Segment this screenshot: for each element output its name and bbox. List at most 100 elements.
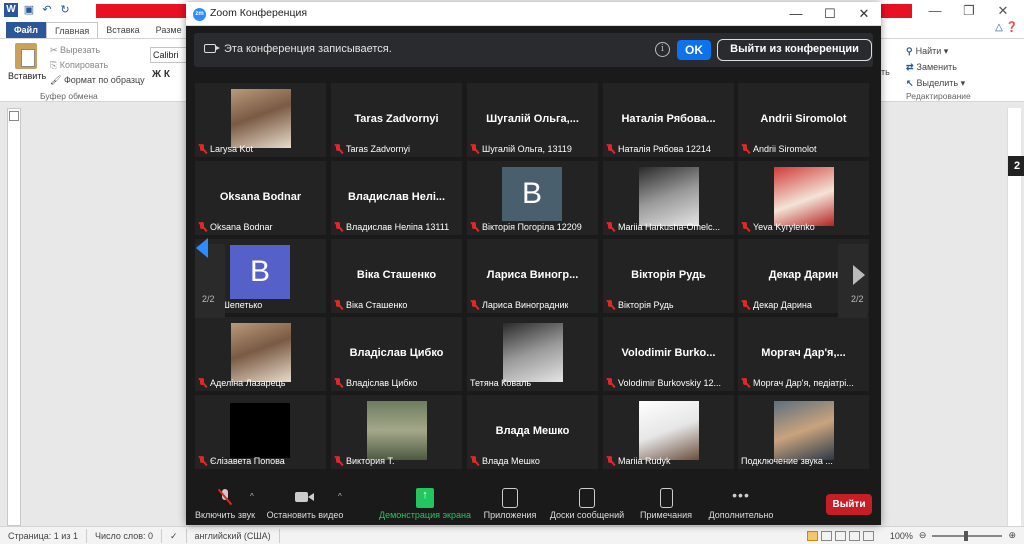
participant-avatar: B (230, 245, 290, 299)
paste-button[interactable]: Вставить (8, 43, 46, 81)
whiteboards-button[interactable]: Доски сообщений (548, 488, 626, 520)
participant-tile[interactable]: Наталія Рябова... Наталія Рябова 12214 (603, 83, 734, 157)
participant-tile[interactable]: Аделіна Лазарець (195, 317, 326, 391)
zoom-close-icon[interactable]: ✕ (850, 4, 878, 24)
word-count[interactable]: Число слов: 0 (87, 528, 162, 543)
participant-tile[interactable]: Єлізавета Попова (195, 395, 326, 469)
leave-meeting-button[interactable]: Выйти из конференции (717, 39, 872, 61)
participant-display-name: Віка Сташенко (356, 269, 437, 281)
ok-button[interactable]: OK (677, 40, 711, 60)
whiteboards-label: Доски сообщений (549, 510, 625, 520)
print-layout-icon[interactable] (806, 530, 818, 541)
participant-tile[interactable]: Yeva Kyrylenko (738, 161, 869, 235)
zoom-out-icon[interactable]: ⊖ (919, 530, 927, 541)
web-layout-icon[interactable] (834, 530, 846, 541)
notes-icon (659, 488, 673, 508)
participant-tile[interactable]: Подключение звука ... (738, 395, 869, 469)
participant-tile[interactable]: Larysa Kot (195, 83, 326, 157)
outline-icon[interactable] (848, 530, 860, 541)
close-icon[interactable]: ✕ (988, 3, 1018, 19)
video-options-caret-icon[interactable]: ^ (338, 492, 342, 501)
format-painter-button[interactable]: 🖌 Формат по образцу (50, 73, 145, 88)
select-button[interactable]: ↖ Выделить ▾ (906, 75, 965, 91)
participant-tile[interactable]: Volodimir Burko... Volodimir Burkovskiy 1… (603, 317, 734, 391)
prev-page-arrow-icon[interactable] (196, 238, 208, 258)
participant-tile[interactable]: Віка Сташенко Віка Сташенко (331, 239, 462, 313)
apps-icon (502, 488, 518, 508)
save-icon[interactable]: ▣ (22, 3, 36, 17)
participant-tile[interactable]: Владіслав Цибко Владіслав Цибко (331, 317, 462, 391)
muted-mic-icon (741, 378, 750, 388)
participant-name: Владіслав Цибко (346, 378, 418, 388)
participant-label: Декар Дарина (741, 300, 812, 310)
font-name-box[interactable]: Calibri (O (150, 47, 188, 63)
language-indicator[interactable]: английский (США) (187, 528, 280, 543)
copy-button[interactable]: ⎘ Копировать (50, 58, 145, 73)
undo-icon[interactable]: ↶ (40, 3, 54, 17)
participant-tile[interactable]: Лариса Виногр... Лариса Виноградник (467, 239, 598, 313)
apps-label: Приложения (483, 510, 537, 520)
unmute-button[interactable]: Включить звук (194, 488, 256, 520)
more-button[interactable]: ••• Дополнительно (706, 488, 776, 520)
participant-tile[interactable]: Тетяна Коваль (467, 317, 598, 391)
help-icon[interactable]: △ ❓ (995, 22, 1024, 38)
participant-tile[interactable]: Вікторія Рудь Вікторія Рудь (603, 239, 734, 313)
tab-layout[interactable]: Разме (148, 22, 190, 38)
tab-selector[interactable] (9, 111, 19, 121)
spellcheck-icon[interactable]: ✓ (162, 528, 187, 543)
apps-button[interactable]: Приложения (480, 488, 540, 520)
participant-name: Тетяна Коваль (470, 378, 532, 388)
participant-tile[interactable]: B Вікторія Погоріла 12209 (467, 161, 598, 235)
participant-display-name: Моргач Дар'я,... (761, 347, 846, 359)
stop-video-label: Остановить видео (266, 510, 344, 520)
audio-options-caret-icon[interactable]: ^ (250, 492, 254, 501)
cut-button[interactable]: ✂ Вырезать (50, 43, 145, 58)
participant-tile[interactable]: Andrii Siromolot Andrii Siromolot (738, 83, 869, 157)
participant-name: Volodimir Burkovskiy 12... (618, 378, 722, 388)
leave-button[interactable]: Выйти (826, 494, 872, 515)
tab-home[interactable]: Главная (45, 22, 99, 38)
page-count[interactable]: Страница: 1 из 1 (0, 528, 87, 543)
notes-button[interactable]: Примечания (636, 488, 696, 520)
tab-insert[interactable]: Вставка (98, 22, 147, 38)
stop-video-button[interactable]: Остановить видео (264, 488, 346, 520)
zoom-slider[interactable] (932, 530, 1003, 541)
muted-mic-icon (741, 144, 750, 154)
info-icon[interactable]: i (655, 42, 670, 57)
participant-tile[interactable]: Владислав Нелі... Владислав Неліпа 13111 (331, 161, 462, 235)
find-button[interactable]: ⚲ Найти ▾ (906, 43, 965, 59)
redo-icon[interactable]: ↻ (58, 3, 72, 17)
find-label: Найти (915, 46, 942, 56)
zoom-window: zm Zoom Конференция — ☐ ✕ Эта конференци… (186, 2, 881, 525)
share-screen-button[interactable]: ↑ Демонстрация экрана (378, 488, 472, 520)
participant-label: Лариса Виноградник (470, 300, 568, 310)
zoom-level[interactable]: 100% (890, 531, 913, 541)
participant-name: Вікторія Рудь (618, 300, 674, 310)
replace-button[interactable]: ⇄ Заменить (906, 59, 965, 75)
participant-tile[interactable]: Mariia Harkusha-Omelc... (603, 161, 734, 235)
participant-tile[interactable]: Oksana Bodnar Oksana Bodnar (195, 161, 326, 235)
participant-tile[interactable]: Шугалій Ольга,... Шугалій Ольга, 13119 (467, 83, 598, 157)
participant-label: Моргач Дар'я, педіатрі... (741, 378, 854, 388)
replace-icon: ⇄ (906, 62, 914, 72)
reading-mode-icon[interactable] (820, 530, 832, 541)
participant-tile[interactable]: Влада Мешко Влада Мешко (467, 395, 598, 469)
minimize-icon[interactable]: — (920, 3, 950, 18)
participant-video (774, 167, 834, 226)
zoom-maximize-icon[interactable]: ☐ (816, 4, 844, 24)
zoom-in-icon[interactable]: ⊕ (1008, 530, 1016, 541)
muted-mic-icon (606, 456, 615, 466)
view-buttons (806, 530, 874, 541)
participant-tile[interactable]: Виктория Т. (331, 395, 462, 469)
font-format-buttons[interactable]: Ж К (152, 69, 170, 80)
next-page-arrow-icon[interactable] (853, 265, 865, 285)
restore-icon[interactable]: ❐ (954, 3, 984, 19)
zoom-minimize-icon[interactable]: — (782, 4, 810, 24)
participant-tile[interactable]: Mariia Rudyk (603, 395, 734, 469)
tab-file[interactable]: Файл (6, 22, 46, 38)
participant-tile[interactable]: Taras Zadvornyi Taras Zadvornyi (331, 83, 462, 157)
participant-name: Larysa Kot (210, 144, 254, 154)
participant-tile[interactable]: Моргач Дар'я,... Моргач Дар'я, педіатрі..… (738, 317, 869, 391)
participant-name: Влада Мешко (482, 456, 540, 466)
draft-icon[interactable] (862, 530, 874, 541)
